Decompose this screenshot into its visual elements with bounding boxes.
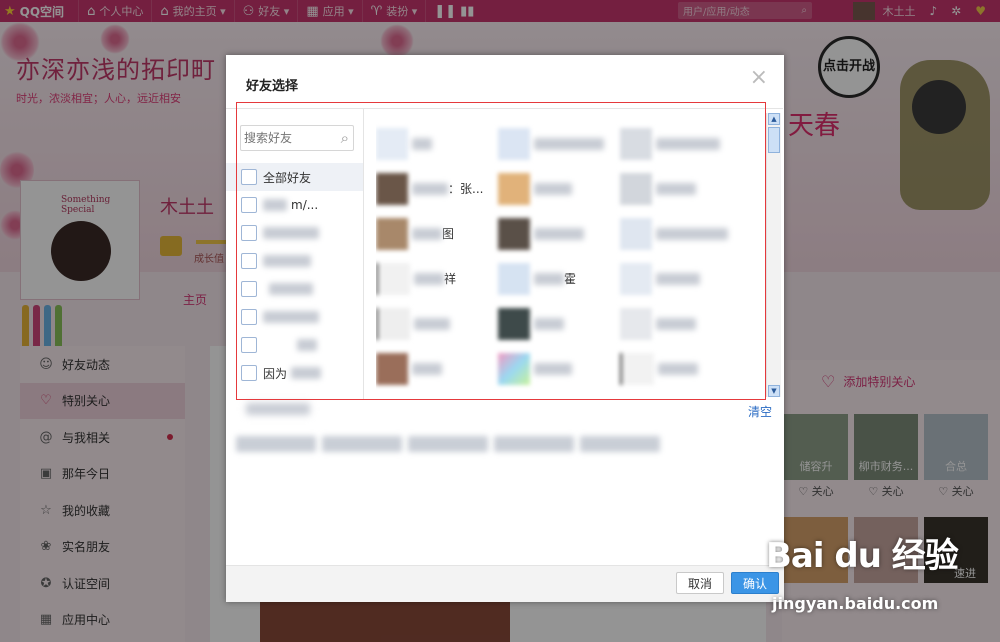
watermark-logo-text: Bai du 经验 <box>766 536 959 576</box>
selected-chip[interactable] <box>580 436 660 452</box>
dialog-footer: 取消 确认 <box>226 565 784 602</box>
clear-selection-link[interactable]: 清空 <box>748 403 772 420</box>
watermark-url: jingyan.baidu.com <box>772 594 939 613</box>
scroll-down-arrow-icon[interactable]: ▼ <box>768 385 780 397</box>
dialog-title: 好友选择 <box>246 79 299 94</box>
selected-chip[interactable] <box>322 436 402 452</box>
highlight-frame <box>236 102 766 400</box>
friend-grid-scrollbar[interactable]: ▲ ▼ <box>766 113 781 397</box>
selected-chip[interactable] <box>494 436 574 452</box>
selected-chip[interactable] <box>408 436 488 452</box>
scroll-up-arrow-icon[interactable]: ▲ <box>768 113 780 125</box>
selected-chip[interactable] <box>236 436 316 452</box>
baidu-watermark: Bai du 经验 jingyan.baidu.com <box>766 528 996 618</box>
cancel-button[interactable]: 取消 <box>676 572 724 594</box>
blurred-text <box>246 403 310 415</box>
close-icon[interactable]: × <box>750 67 768 89</box>
selected-count-label <box>246 403 310 418</box>
scroll-thumb[interactable] <box>768 127 780 153</box>
selected-friends-box <box>232 427 682 461</box>
watermark-logo: Bai du 经验 <box>766 528 996 577</box>
